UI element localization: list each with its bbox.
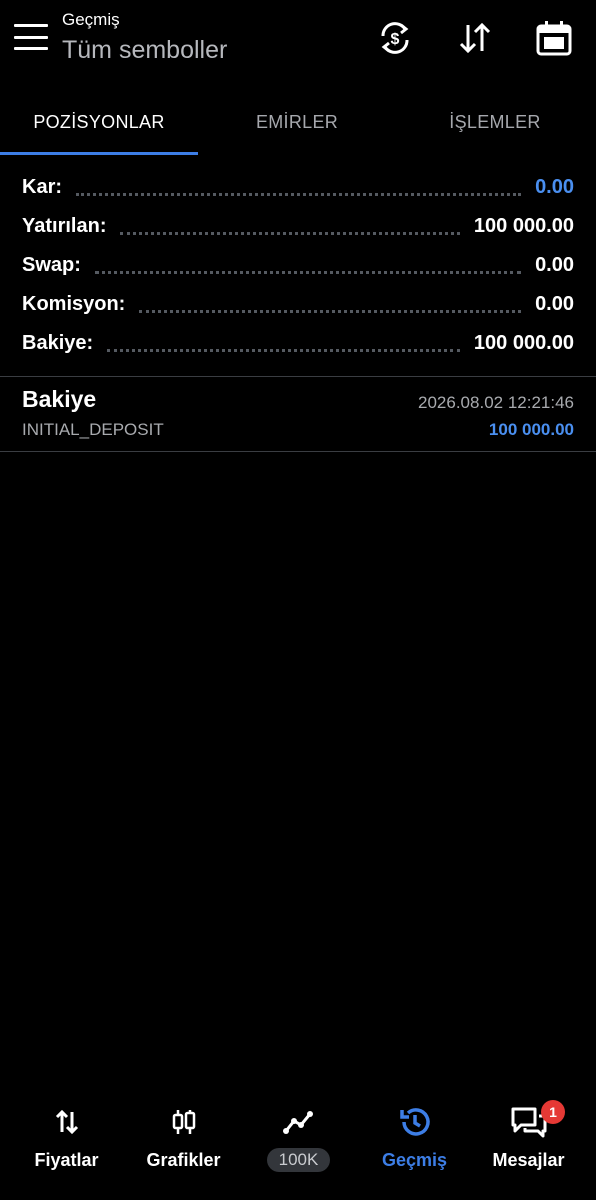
history-clock-icon	[395, 1102, 435, 1142]
summary-label: Komisyon:	[22, 292, 126, 315]
summary-value: 0.00	[535, 292, 574, 315]
nav-charts[interactable]: Grafikler	[124, 1092, 243, 1182]
nav-history[interactable]: Geçmiş	[355, 1092, 474, 1182]
account-leverage-pill: 100K	[266, 1148, 331, 1172]
summary-value: 100 000.00	[473, 214, 574, 237]
calendar-icon[interactable]	[532, 16, 576, 60]
tab-deals[interactable]: İŞLEMLER	[396, 92, 594, 152]
nav-messages[interactable]: 1 Mesajlar	[469, 1092, 588, 1182]
top-app-bar: Geçmiş Tüm semboller $	[0, 0, 596, 80]
leader-dots	[139, 308, 522, 313]
symbol-filter[interactable]: Tüm semboller	[62, 36, 227, 65]
leader-dots	[107, 347, 460, 352]
summary-label: Kar:	[22, 175, 63, 198]
active-tab-indicator	[0, 152, 198, 155]
summary-row-commission: Komisyon: 0.00	[22, 289, 574, 319]
summary-label: Bakiye:	[22, 331, 94, 354]
nav-label: Fiyatlar	[34, 1150, 99, 1170]
leader-dots	[120, 230, 460, 235]
deal-amount: 100 000.00	[488, 420, 574, 439]
summary-value: 0.00	[535, 253, 574, 276]
history-tabs: POZİSYONLAR EMİRLER İŞLEMLER	[0, 92, 596, 156]
summary-row-deposit: Yatırılan: 100 000.00	[22, 211, 574, 241]
summary-label: Yatırılan:	[22, 214, 107, 237]
leader-dots	[76, 191, 522, 196]
menu-icon[interactable]	[14, 24, 48, 50]
tab-orders[interactable]: EMİRLER	[198, 92, 396, 152]
leader-dots	[94, 269, 522, 274]
bottom-navigation: Fiyatlar Grafikler 100K Geçmiş 1 Mesajla…	[0, 1092, 596, 1192]
candlestick-icon	[164, 1102, 204, 1142]
unread-badge: 1	[541, 1100, 565, 1124]
divider	[0, 451, 596, 452]
deal-title: Bakiye	[22, 386, 97, 412]
up-down-arrows-icon	[47, 1102, 87, 1142]
summary-row-swap: Swap: 0.00	[22, 250, 574, 280]
summary-label: Swap:	[22, 253, 81, 276]
nav-trade[interactable]: 100K	[239, 1092, 358, 1182]
currency-exchange-icon[interactable]: $	[373, 16, 417, 60]
nav-quotes[interactable]: Fiyatlar	[7, 1092, 126, 1182]
deal-comment: INITIAL_DEPOSIT	[22, 420, 164, 439]
nav-label: Grafikler	[146, 1150, 221, 1170]
tab-positions[interactable]: POZİSYONLAR	[0, 92, 198, 152]
divider	[0, 376, 596, 377]
sort-icon[interactable]	[453, 16, 497, 60]
nav-label: Geçmiş	[381, 1150, 448, 1170]
nav-label: Mesajlar	[492, 1150, 565, 1170]
summary-row-balance: Bakiye: 100 000.00	[22, 328, 574, 358]
summary-value: 100 000.00	[473, 331, 574, 354]
deal-time: 2026.08.02 12:21:46	[418, 393, 574, 412]
header-subtitle: Geçmiş	[62, 10, 120, 29]
summary-value: 0.00	[535, 175, 574, 198]
trend-line-icon	[279, 1102, 319, 1142]
summary-row-profit: Kar: 0.00	[22, 172, 574, 202]
svg-text:$: $	[391, 31, 400, 48]
